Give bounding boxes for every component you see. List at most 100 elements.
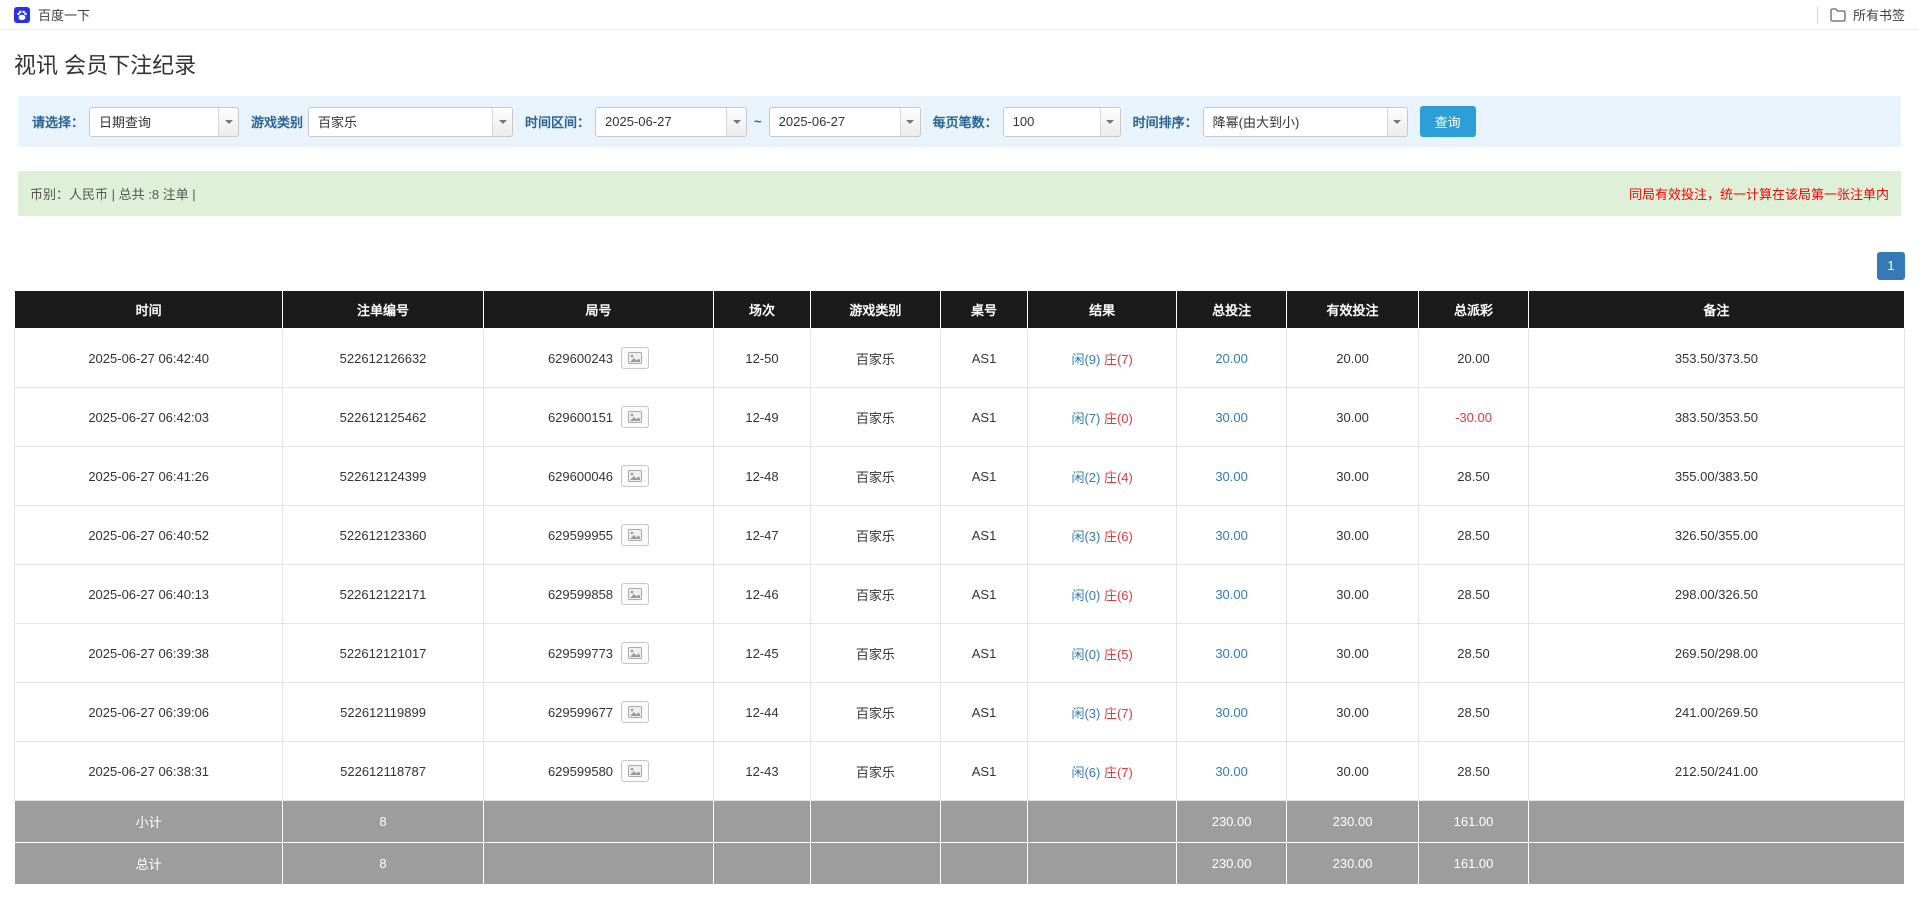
chevron-down-icon[interactable] <box>726 107 747 136</box>
round-number: 629599580 <box>547 763 614 779</box>
round-result-image-button[interactable] <box>621 701 650 723</box>
cell-bet-id: 522612125462 <box>282 387 484 447</box>
pagination: 1 <box>14 252 1905 280</box>
col-header-game-type: 游戏类别 <box>809 290 942 329</box>
table-row: 2025-06-27 06:38:31 522612118787 6295995… <box>13 741 1906 801</box>
result-player: 闲(2) <box>1071 469 1101 485</box>
col-header-note: 备注 <box>1527 290 1906 329</box>
cell-time: 2025-06-27 06:39:06 <box>13 682 284 742</box>
cell-result: 闲(3) 庄(6) <box>1026 505 1178 565</box>
cell-note: 353.50/373.50 <box>1527 328 1906 388</box>
cell-valid-bet: 30.00 <box>1285 564 1420 624</box>
bookmarks-divider <box>1816 5 1818 24</box>
date-from-select[interactable]: 2025-06-27 <box>595 106 748 137</box>
bookmarks-bar: 百度一下 所有书签 <box>0 0 1919 30</box>
time-sort-select[interactable]: 降幂(由大到小) <box>1202 106 1408 137</box>
cell-payout: 28.50 <box>1418 623 1529 683</box>
page-size-select[interactable]: 100 <box>1002 106 1121 137</box>
game-type-value: 百家乐 <box>318 115 358 130</box>
cell-session: 12-49 <box>713 387 811 447</box>
chevron-down-icon[interactable] <box>218 107 239 136</box>
table-row: 2025-06-27 06:42:40 522612126632 6296002… <box>13 328 1906 388</box>
subtotal-valid-bet: 230.00 <box>1285 800 1420 843</box>
filter-bar: 请选择： 日期查询 游戏类别 百家乐 时间区间： 2025-06-27 ~ 20… <box>18 96 1901 147</box>
cell-total-bet: 30.00 <box>1176 741 1287 801</box>
cell-valid-bet: 30.00 <box>1285 623 1420 683</box>
table-row: 2025-06-27 06:41:26 522612124399 6296000… <box>13 446 1906 506</box>
time-sort-value: 降幂(由大到小) <box>1212 115 1300 130</box>
subtotal-count: 8 <box>282 800 484 843</box>
date-from-value: 2025-06-27 <box>605 114 672 129</box>
cell-result: 闲(9) 庄(7) <box>1026 328 1178 388</box>
game-type-select[interactable]: 百家乐 <box>308 106 514 137</box>
round-result-image-button[interactable] <box>621 524 650 546</box>
cell-valid-bet: 30.00 <box>1285 446 1420 506</box>
table-row: 2025-06-27 06:39:06 522612119899 6295996… <box>13 682 1906 742</box>
bookmark-baidu[interactable]: 百度一下 <box>14 5 90 24</box>
folder-icon <box>1830 7 1846 22</box>
bookmark-label: 百度一下 <box>38 8 91 23</box>
total-bet-link[interactable]: 30.00 <box>1215 587 1248 602</box>
col-header-result: 结果 <box>1026 290 1178 329</box>
cell-game-type: 百家乐 <box>809 682 942 742</box>
chevron-down-icon[interactable] <box>1099 107 1120 136</box>
total-bet-link[interactable]: 30.00 <box>1215 646 1248 661</box>
col-header-table-no: 桌号 <box>940 290 1028 329</box>
round-number: 629599677 <box>547 704 614 720</box>
total-bet-link[interactable]: 30.00 <box>1215 469 1248 484</box>
cell-time: 2025-06-27 06:41:26 <box>13 446 284 506</box>
cell-round: 629599580 <box>482 741 715 801</box>
query-type-select[interactable]: 日期查询 <box>89 106 240 137</box>
col-header-time: 时间 <box>13 290 284 329</box>
cell-result: 闲(6) 庄(7) <box>1026 741 1178 801</box>
round-result-image-button[interactable] <box>621 465 650 487</box>
cell-total-bet: 30.00 <box>1176 446 1287 506</box>
payout-value: 28.50 <box>1457 645 1490 661</box>
total-bet-link[interactable]: 30.00 <box>1215 764 1248 779</box>
date-to-select[interactable]: 2025-06-27 <box>768 106 921 137</box>
cell-total-bet: 30.00 <box>1176 505 1287 565</box>
result-banker: 庄(0) <box>1103 410 1133 426</box>
cell-bet-id: 522612121017 <box>282 623 484 683</box>
result-banker: 庄(4) <box>1103 469 1133 485</box>
query-type-value: 日期查询 <box>99 115 152 130</box>
cell-game-type: 百家乐 <box>809 387 942 447</box>
cell-payout: 28.50 <box>1418 741 1529 801</box>
round-number: 629600243 <box>547 350 614 366</box>
cell-round: 629599955 <box>482 505 715 565</box>
total-bet-link[interactable]: 30.00 <box>1215 705 1248 720</box>
cell-payout: 28.50 <box>1418 505 1529 565</box>
date-to-value: 2025-06-27 <box>778 114 846 129</box>
cell-result: 闲(7) 庄(0) <box>1026 387 1178 447</box>
cell-total-bet: 30.00 <box>1176 564 1287 624</box>
all-bookmarks-button[interactable]: 所有书签 <box>1830 5 1905 24</box>
round-number: 629599858 <box>547 586 614 602</box>
payout-value: 28.50 <box>1457 527 1490 543</box>
total-bet-link[interactable]: 30.00 <box>1215 528 1248 543</box>
search-button[interactable]: 查询 <box>1419 106 1476 137</box>
cell-table-no: AS1 <box>940 623 1028 683</box>
cell-payout: 20.00 <box>1418 328 1529 388</box>
round-result-image-button[interactable] <box>621 406 650 428</box>
cell-round: 629600046 <box>482 446 715 506</box>
cell-table-no: AS1 <box>940 387 1028 447</box>
col-header-valid-bet: 有效投注 <box>1285 290 1420 329</box>
chevron-down-icon[interactable] <box>1386 107 1407 136</box>
cell-bet-id: 522612122171 <box>282 564 484 624</box>
cell-time: 2025-06-27 06:42:03 <box>13 387 284 447</box>
currency-summary-text: 币别：人民币 | 总共 :8 注单 | <box>30 187 196 202</box>
page-1-button[interactable]: 1 <box>1877 252 1905 280</box>
round-result-image-button[interactable] <box>621 642 650 664</box>
cell-result: 闲(2) 庄(4) <box>1026 446 1178 506</box>
cell-time: 2025-06-27 06:42:40 <box>13 328 284 388</box>
cell-time: 2025-06-27 06:40:52 <box>13 505 284 565</box>
round-result-image-button[interactable] <box>621 760 650 782</box>
total-bet-link[interactable]: 30.00 <box>1215 410 1248 425</box>
round-result-image-button[interactable] <box>621 583 650 605</box>
total-bet-link[interactable]: 20.00 <box>1215 351 1248 366</box>
cell-result: 闲(0) 庄(5) <box>1026 623 1178 683</box>
chevron-down-icon[interactable] <box>492 107 513 136</box>
round-result-image-button[interactable] <box>621 347 650 369</box>
chevron-down-icon[interactable] <box>899 107 920 136</box>
round-number: 629599773 <box>547 645 614 661</box>
